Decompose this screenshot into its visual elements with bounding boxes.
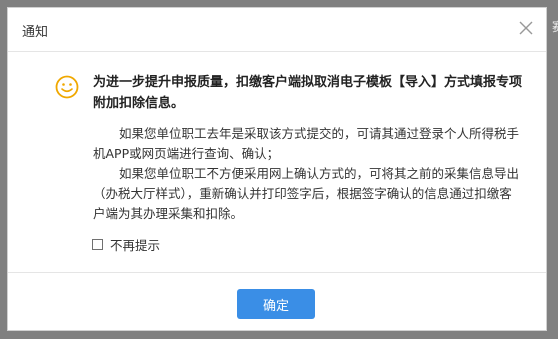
- dialog-footer: 确定: [8, 272, 546, 330]
- close-icon[interactable]: [516, 18, 536, 38]
- checkbox-box[interactable]: [92, 238, 103, 250]
- notice-paragraph: 如果您单位职工不方便采用网上确认方式的，可将其之前的采集信息导出（办税大厅样式）…: [93, 166, 520, 221]
- notice-headline: 为进一步提升申报质量，扣缴客户端拟取消电子模板【导入】方式填报专项附加扣除信息。: [93, 75, 523, 111]
- smile-icon: [55, 75, 79, 99]
- dialog-title: 通知: [22, 25, 49, 40]
- background-text-fragment: 赛: [552, 18, 558, 40]
- notice-paragraph: 如果您单位职工去年是采取该方式提交的，可请其通过登录个人所得税手机APP或网页端…: [93, 126, 520, 161]
- dialog-header: 通知: [8, 8, 546, 52]
- watermark: 大皇鸿鑫: [14, 316, 69, 331]
- watermark-text: 大皇鸿鑫: [29, 320, 69, 331]
- dont-show-again-checkbox[interactable]: 不再提示: [92, 235, 160, 253]
- notice-dialog: 通知 为进一步提升申报质量，扣缴客户端拟取消电子模板【导入】方式填报专项附加扣除…: [7, 7, 547, 331]
- checkbox-label: 不再提示: [110, 237, 161, 253]
- confirm-button[interactable]: 确定: [237, 289, 315, 319]
- watermark-logo-icon: [14, 321, 26, 327]
- dialog-body: 为进一步提升申报质量，扣缴客户端拟取消电子模板【导入】方式填报专项附加扣除信息。…: [8, 52, 546, 272]
